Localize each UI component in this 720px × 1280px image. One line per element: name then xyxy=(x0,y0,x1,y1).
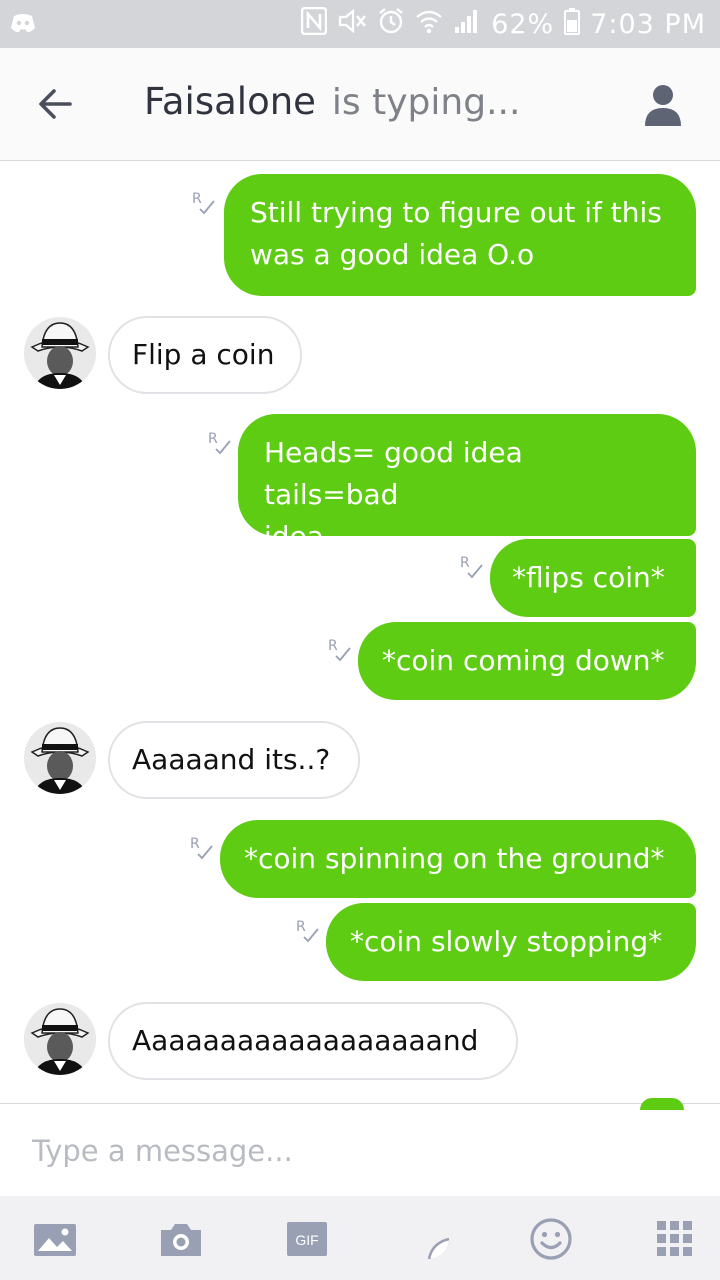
battery-icon xyxy=(564,7,581,42)
back-button[interactable] xyxy=(34,82,78,126)
gallery-button[interactable] xyxy=(32,1216,78,1262)
clock: 7:03 PM xyxy=(590,8,706,40)
outgoing-message[interactable]: *flips coin* xyxy=(490,539,696,617)
outgoing-message[interactable]: *coin spinning on the ground* xyxy=(220,820,696,898)
wifi-icon xyxy=(415,7,443,42)
nfc-icon xyxy=(300,6,328,42)
read-receipt-icon: R xyxy=(208,431,231,455)
message-text: Aaaaaaaaaaaaaaaaaand xyxy=(132,1024,479,1057)
svg-text:R: R xyxy=(460,555,470,571)
send-button[interactable] xyxy=(640,1098,684,1110)
contact-name[interactable]: Faisalone xyxy=(144,80,316,123)
svg-text:R: R xyxy=(208,431,218,447)
battery-text: 62% xyxy=(491,8,555,40)
profile-button[interactable] xyxy=(640,82,686,128)
camera-button[interactable] xyxy=(158,1216,204,1262)
signal-icon xyxy=(453,7,481,42)
arrow-left-icon xyxy=(39,89,72,119)
sticker-icon xyxy=(409,1219,450,1260)
incoming-message[interactable]: Aaaaaaaaaaaaaaaaaand xyxy=(108,1002,518,1080)
outgoing-message[interactable]: Still trying to figure out if this was a… xyxy=(224,174,696,296)
svg-text:R: R xyxy=(328,638,338,654)
emoji-button[interactable] xyxy=(528,1216,574,1262)
typing-status: is typing... xyxy=(331,82,521,123)
gif-icon: GIF xyxy=(287,1222,327,1256)
composer xyxy=(0,1098,720,1196)
outgoing-message[interactable]: Heads= good idea tails=bad idea xyxy=(238,414,696,553)
sticker-button[interactable] xyxy=(406,1216,452,1262)
svg-text:GIF: GIF xyxy=(295,1232,318,1248)
gallery-icon xyxy=(34,1224,76,1256)
contact-avatar[interactable] xyxy=(24,722,96,794)
contact-avatar[interactable] xyxy=(24,1003,96,1075)
mute-icon xyxy=(337,7,367,42)
message-text: Still trying to figure out if this xyxy=(250,196,662,229)
apps-button[interactable] xyxy=(652,1216,698,1262)
contact-avatar[interactable] xyxy=(24,317,96,389)
message-text: Flip a coin xyxy=(132,338,275,371)
status-bar: 62% 7:03 PM xyxy=(0,0,720,48)
message-text: *coin spinning on the ground* xyxy=(244,842,665,875)
message-text: Heads= good idea tails=bad xyxy=(264,436,523,511)
read-receipt-icon: R xyxy=(460,555,483,579)
gif-button[interactable]: GIF xyxy=(284,1216,330,1262)
svg-text:R: R xyxy=(192,191,202,207)
message-text: *coin coming down* xyxy=(382,644,665,677)
svg-text:R: R xyxy=(296,919,306,935)
read-receipt-icon: R xyxy=(190,836,213,860)
message-text: *flips coin* xyxy=(512,561,665,594)
incoming-message[interactable]: Aaaaand its..? xyxy=(108,721,360,799)
attachment-toolbar: GIF xyxy=(0,1196,720,1280)
avatar-image xyxy=(24,722,96,794)
avatar-image xyxy=(24,317,96,389)
read-receipt-icon: R xyxy=(328,638,351,662)
chat-header: Faisalone is typing... xyxy=(0,48,720,161)
discord-icon xyxy=(10,12,36,38)
outgoing-message[interactable]: *coin slowly stopping* xyxy=(326,903,696,981)
avatar-image xyxy=(24,1003,96,1075)
message-text: was a good idea O.o xyxy=(250,238,535,271)
alarm-icon xyxy=(377,7,405,42)
person-icon xyxy=(645,85,681,126)
smiley-icon xyxy=(530,1218,572,1260)
svg-text:R: R xyxy=(190,836,200,852)
outgoing-message[interactable]: *coin coming down* xyxy=(358,622,696,700)
message-list[interactable]: R Still trying to figure out if this was… xyxy=(0,161,720,1103)
camera-icon xyxy=(161,1224,201,1256)
incoming-message[interactable]: Flip a coin xyxy=(108,316,302,394)
read-receipt-icon: R xyxy=(192,191,215,215)
message-text: Aaaaand its..? xyxy=(132,743,331,776)
apps-grid-icon xyxy=(657,1221,692,1256)
message-text: *coin slowly stopping* xyxy=(350,925,663,958)
message-input[interactable] xyxy=(30,1122,674,1180)
read-receipt-icon: R xyxy=(296,919,319,943)
